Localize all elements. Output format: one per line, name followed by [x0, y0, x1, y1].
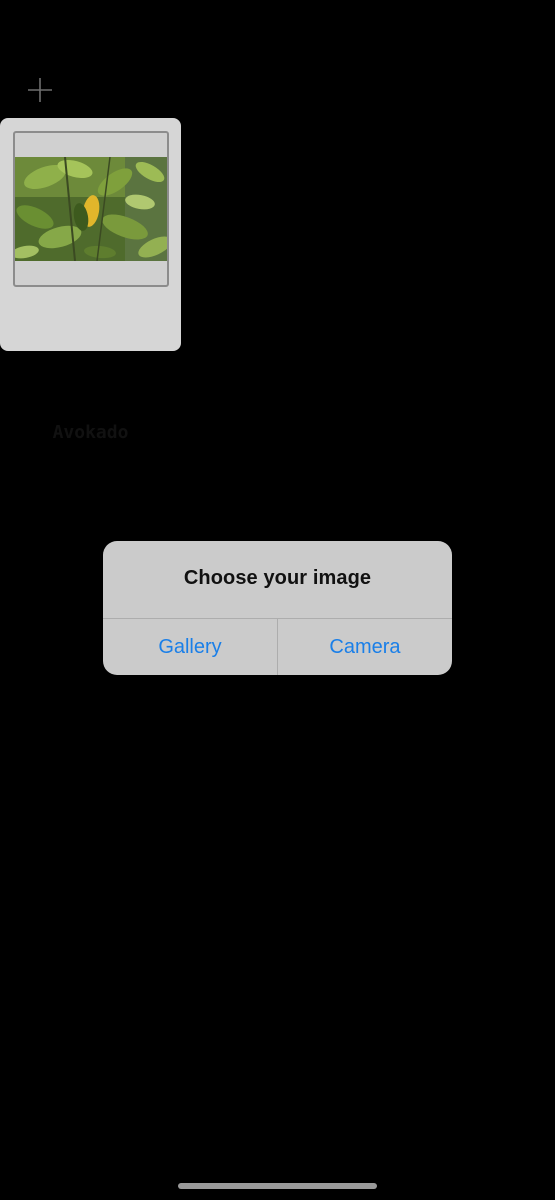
plant-photo-frame — [13, 131, 169, 287]
plus-icon — [28, 78, 52, 102]
camera-button[interactable]: Camera — [278, 619, 452, 675]
dialog-title: Choose your image — [183, 567, 372, 589]
home-indicator[interactable] — [178, 1183, 377, 1189]
choose-image-dialog: Choose your image Gallery Camera — [103, 541, 452, 675]
plant-photo — [15, 157, 167, 261]
add-plant-button[interactable] — [26, 76, 54, 104]
plant-card[interactable]: Avokado — [0, 118, 181, 443]
gallery-button[interactable]: Gallery — [103, 619, 277, 675]
plant-name: Avokado — [52, 422, 129, 443]
